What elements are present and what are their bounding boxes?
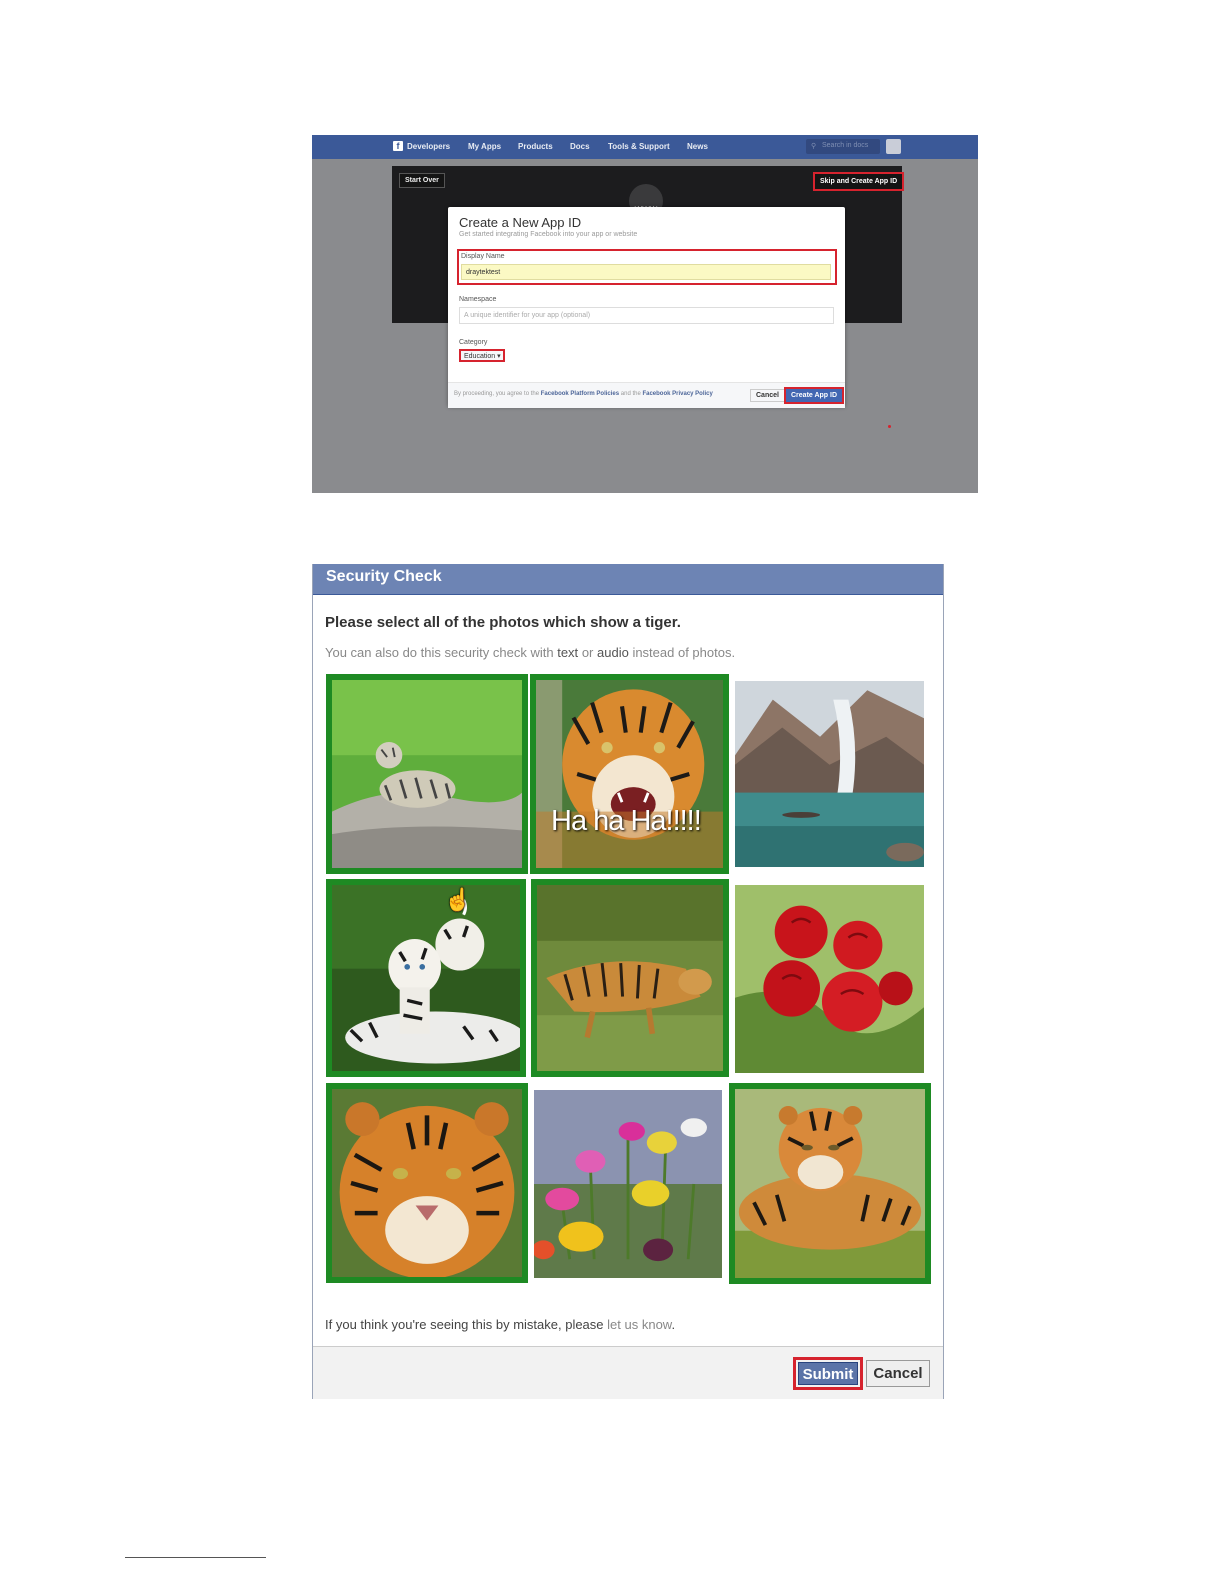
photo-tile-tiger-on-rock[interactable] (326, 674, 528, 874)
facebook-logo-icon[interactable]: f (393, 141, 403, 151)
security-check-header: Security Check (313, 564, 943, 595)
mistake-prefix: If you think you're seeing this by mista… (325, 1317, 604, 1332)
alt-prefix: You can also do this security check with (325, 645, 554, 660)
red-roses-image (735, 885, 924, 1073)
create-app-id-button[interactable]: Create App ID (784, 387, 845, 404)
cancel-button[interactable]: Cancel (866, 1360, 930, 1387)
display-name-highlight: Display Name draytektest (457, 249, 837, 285)
dialog-title: Create a New App ID (459, 215, 582, 230)
security-check-footer: Submit Cancel (313, 1346, 943, 1399)
policy-prefix: By proceeding, you agree to the (454, 391, 540, 397)
nav-news[interactable]: News (687, 142, 708, 151)
white-tigers-image (332, 885, 520, 1071)
nav-products[interactable]: Products (518, 142, 553, 151)
skip-and-create-app-id-button[interactable]: Skip and Create App ID (813, 172, 905, 191)
category-label: Category (459, 339, 488, 346)
let-us-know-link[interactable]: let us know (607, 1317, 671, 1332)
tiger-caption: Ha ha Ha!!!!! (551, 805, 702, 837)
cursor-dot (888, 425, 891, 428)
policy-and: and the (620, 391, 641, 397)
privacy-policy-link[interactable]: Facebook Privacy Policy (642, 391, 712, 397)
text-check-link[interactable]: text (557, 645, 578, 660)
tiger-in-grass-image (537, 885, 723, 1071)
photo-tile-white-tigers[interactable] (326, 879, 526, 1077)
namespace-label: Namespace (459, 296, 497, 303)
search-icon: ⚲ (811, 143, 817, 150)
category-select[interactable]: Education ▾ (459, 349, 505, 362)
create-app-id-dialog: Create a New App ID Get started integrat… (448, 207, 845, 408)
nav-tools-support[interactable]: Tools & Support (608, 142, 670, 151)
display-name-label: Display Name (461, 253, 505, 260)
hand-cursor-icon: ☝ (444, 887, 472, 912)
chevron-down-icon: ▾ (497, 353, 501, 360)
dialog-subtitle: Get started integrating Facebook into yo… (459, 231, 638, 238)
audio-check-link[interactable]: audio (597, 645, 629, 660)
captcha-question: Please select all of the photos which sh… (325, 614, 681, 631)
tiger-face-image (332, 1089, 522, 1277)
top-navbar: f Developers My Apps Products Docs Tools… (312, 135, 978, 159)
tiger-on-rock-image (332, 680, 522, 868)
policy-text: By proceeding, you agree to the Facebook… (454, 391, 713, 397)
platform-policies-link[interactable]: Facebook Platform Policies (541, 391, 619, 397)
facebook-developers-screenshot: f Developers My Apps Products Docs Tools… (312, 135, 978, 493)
dialog-cancel-button[interactable]: Cancel (750, 389, 785, 402)
lying-tiger-image (735, 1089, 925, 1278)
security-check-screenshot: Security Check Please select all of the … (312, 564, 944, 1399)
alt-suffix: instead of photos. (632, 645, 736, 660)
photo-tile-roaring-tiger[interactable]: Ha ha Ha!!!!! (530, 674, 729, 874)
flowers-image (534, 1090, 722, 1278)
docs-search-input[interactable]: ⚲ Search in docs (806, 139, 880, 154)
alternative-check-text: You can also do this security check with… (325, 645, 735, 660)
nav-developers[interactable]: Developers (407, 142, 450, 151)
avatar[interactable] (886, 139, 901, 154)
photo-tile-tiger-in-grass[interactable] (531, 879, 729, 1077)
photo-tile-waterfall[interactable] (735, 681, 924, 867)
nav-my-apps[interactable]: My Apps (468, 142, 501, 151)
photo-tile-red-roses[interactable] (735, 885, 924, 1073)
submit-button-label: Submit (798, 1362, 858, 1385)
roaring-tiger-image (536, 680, 723, 868)
mistake-suffix: . (671, 1317, 676, 1332)
footnote-divider (125, 1557, 266, 1558)
waterfall-image (735, 681, 924, 867)
nav-docs[interactable]: Docs (570, 142, 590, 151)
search-placeholder: Search in docs (822, 142, 869, 149)
display-name-input[interactable]: draytektest (461, 264, 831, 280)
photo-tile-lying-tiger[interactable] (729, 1083, 931, 1284)
namespace-input[interactable]: A unique identifier for your app (option… (459, 307, 834, 324)
dialog-footer: By proceeding, you agree to the Facebook… (448, 382, 845, 408)
photo-tile-flowers[interactable] (534, 1090, 722, 1278)
photo-tile-tiger-face[interactable] (326, 1083, 528, 1283)
mistake-notice: If you think you're seeing this by mista… (325, 1317, 675, 1332)
category-value: Education (464, 353, 496, 360)
alt-or: or (581, 645, 594, 660)
submit-button[interactable]: Submit (793, 1357, 863, 1390)
start-over-button[interactable]: Start Over (399, 173, 445, 188)
security-check-title: Security Check (326, 568, 442, 585)
